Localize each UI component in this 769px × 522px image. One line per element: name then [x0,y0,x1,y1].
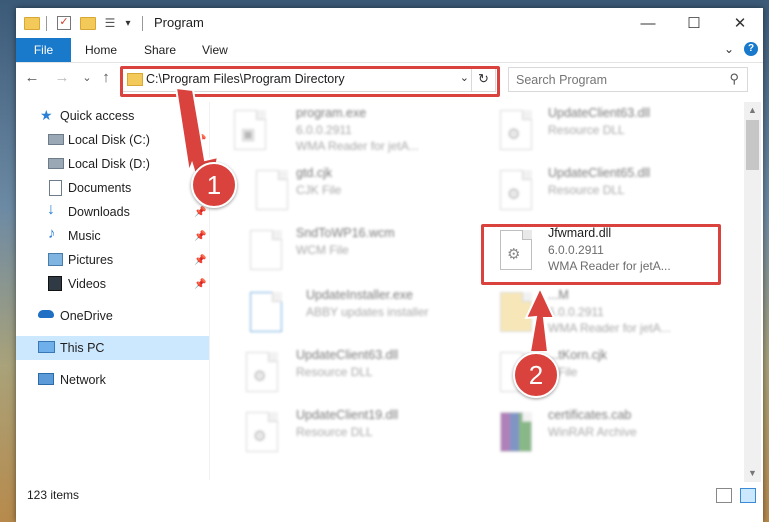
callout-badge-1: 1 [191,162,237,208]
callout-badge-2: 2 [513,352,559,398]
callout-arrows [174,86,556,353]
arrow-2 [524,285,556,353]
